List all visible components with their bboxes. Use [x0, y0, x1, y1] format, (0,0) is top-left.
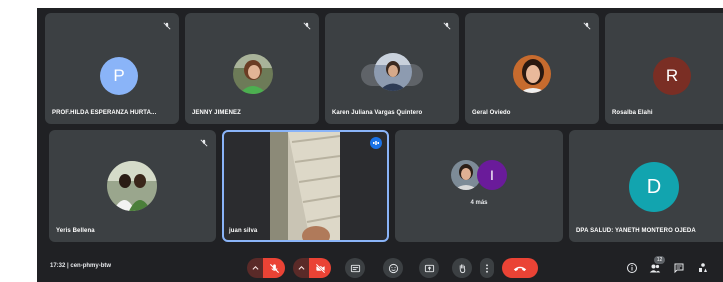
video-feed — [270, 132, 340, 240]
hang-up-icon — [513, 266, 527, 271]
avatar: R — [653, 57, 691, 95]
meeting-info-button[interactable] — [626, 262, 638, 274]
mic-muted-icon — [303, 22, 311, 30]
control-bar: 17:32 | cen-phmy-btw 12 — [37, 254, 723, 282]
camera-options-button[interactable] — [293, 258, 309, 278]
raise-hand-icon — [459, 263, 465, 273]
participant-name: Rosalba Elahi — [612, 110, 653, 116]
camera-off-icon — [315, 263, 325, 273]
participant-name: Yeris Bellena — [56, 228, 95, 234]
participant-name: Karen Juliana Vargas Quintero — [332, 110, 423, 116]
avatar-photo — [513, 55, 551, 93]
mic-off-icon — [269, 263, 279, 273]
more-participants-tile[interactable]: I 4 más — [395, 130, 563, 242]
participant-name: PROF.HILDA ESPERANZA HURTA... — [52, 110, 157, 116]
more-participants-label: 4 más — [470, 200, 488, 206]
participant-tile[interactable]: Yeris Bellena — [49, 130, 216, 242]
participant-tile[interactable]: Geral Oviedo — [465, 13, 599, 124]
participant-tile[interactable]: P PROF.HILDA ESPERANZA HURTA... — [45, 13, 179, 124]
chat-icon — [674, 263, 684, 274]
present-button[interactable] — [419, 258, 439, 278]
avatar: D — [629, 162, 679, 212]
emoji-icon — [388, 263, 398, 273]
avatar: I — [477, 160, 507, 190]
meet-window: P PROF.HILDA ESPERANZA HURTA... JENNY JI… — [37, 8, 723, 282]
leave-call-button[interactable] — [502, 258, 538, 278]
avatar-photo — [107, 161, 157, 211]
meeting-time-code: 17:32 | cen-phmy-btw — [50, 263, 112, 269]
activities-icon — [699, 263, 707, 272]
participant-tile[interactable]: R Rosalba Elahi — [605, 13, 723, 124]
more-options-button[interactable] — [480, 258, 494, 278]
avatar-photo — [233, 54, 273, 94]
captions-icon — [350, 264, 360, 272]
mic-toggle-button[interactable] — [263, 258, 285, 278]
activities-button[interactable] — [697, 262, 709, 274]
speaking-indicator-icon — [370, 137, 382, 149]
participant-tile[interactable]: JENNY JIMENEZ — [185, 13, 319, 124]
present-screen-icon — [424, 264, 434, 272]
meeting-code: cen-phmy-btw — [70, 263, 112, 269]
avatar-photo — [374, 53, 412, 91]
mic-muted-icon — [200, 139, 208, 147]
participant-name: DPA SALUD: YANETH MONTERO OJEDA — [576, 228, 696, 234]
participant-name: JENNY JIMENEZ — [192, 110, 241, 116]
participant-tile-speaking[interactable]: juan silva — [222, 130, 389, 242]
chat-button[interactable] — [673, 262, 685, 274]
captions-button[interactable] — [345, 258, 365, 278]
mic-muted-icon — [583, 22, 591, 30]
raise-hand-button[interactable] — [452, 258, 472, 278]
camera-toggle-button[interactable] — [309, 258, 331, 278]
emoji-button[interactable] — [383, 258, 403, 278]
info-icon — [627, 263, 637, 273]
participant-tile[interactable]: D DPA SALUD: YANETH MONTERO OJEDA — [569, 130, 723, 242]
meeting-time: 17:32 — [50, 263, 66, 269]
mic-muted-icon — [163, 22, 171, 30]
participant-name: Geral Oviedo — [472, 110, 511, 116]
mic-muted-icon — [443, 22, 451, 30]
participant-tile[interactable]: Karen Juliana Vargas Quintero — [325, 13, 459, 124]
mic-options-button[interactable] — [247, 258, 263, 278]
participant-name: juan silva — [229, 228, 258, 234]
more-options-icon — [486, 263, 488, 273]
participant-count-badge: 12 — [654, 256, 665, 264]
avatar: P — [100, 57, 138, 95]
